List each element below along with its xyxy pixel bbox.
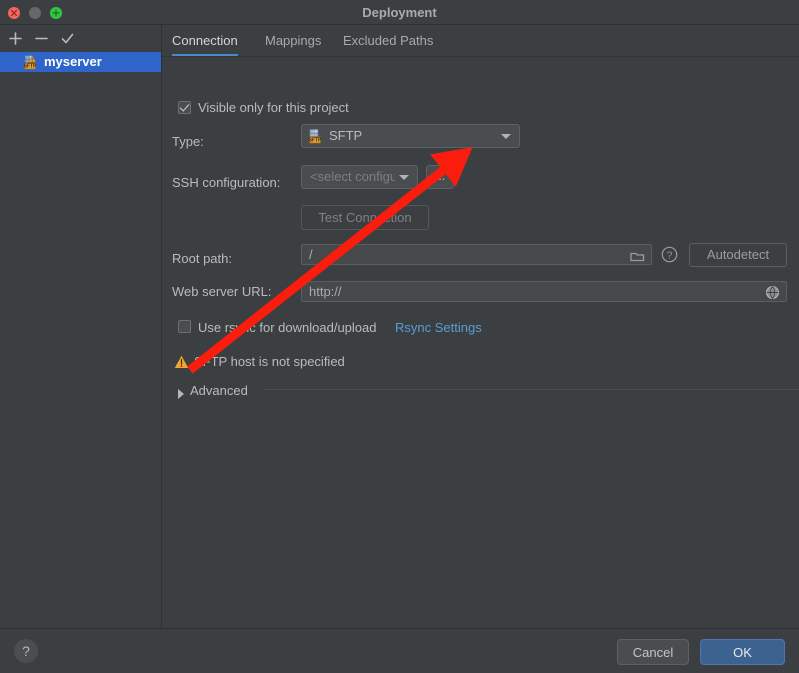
- visible-only-checkbox[interactable]: [178, 101, 191, 114]
- root-path-input[interactable]: /: [301, 244, 652, 265]
- ssh-configuration-value: <select configu: [310, 169, 395, 184]
- web-server-url-input[interactable]: http://: [301, 281, 787, 302]
- sidebar: SFTP myserver: [0, 25, 162, 628]
- globe-icon[interactable]: [765, 285, 780, 306]
- root-path-help-icon[interactable]: ?: [661, 246, 678, 266]
- server-list: SFTP myserver: [0, 52, 161, 628]
- tab-mappings[interactable]: Mappings: [265, 25, 321, 56]
- test-connection-button[interactable]: Test Connection: [301, 205, 429, 230]
- tab-mappings-label: Mappings: [265, 33, 322, 48]
- ok-button[interactable]: OK: [700, 639, 785, 665]
- plus-icon: [8, 32, 22, 45]
- chevron-right-icon: [178, 389, 184, 399]
- deployment-dialog: Deployment SFTP myserver Connection Mapp…: [0, 0, 799, 673]
- svg-text:?: ?: [667, 250, 673, 261]
- use-rsync-label: Use rsync for download/upload: [198, 320, 377, 335]
- list-item-label: myserver: [44, 54, 102, 69]
- ok-button-label: OK: [733, 645, 752, 660]
- autodetect-label: Autodetect: [706, 247, 770, 262]
- ssh-configuration-combobox[interactable]: <select configu: [301, 165, 418, 189]
- type-value: SFTP: [329, 128, 363, 143]
- chevron-down-icon: [501, 134, 511, 139]
- remove-server-button[interactable]: [30, 28, 52, 50]
- minus-icon: [34, 37, 48, 40]
- visible-only-label: Visible only for this project: [198, 100, 349, 115]
- tab-excluded-paths-label: Excluded Paths: [343, 33, 434, 48]
- tab-excluded-paths[interactable]: Excluded Paths: [343, 25, 433, 56]
- check-icon: [61, 33, 73, 44]
- connection-form: Visible only for this project Type: SFTP…: [162, 57, 799, 628]
- root-path-label: Root path:: [172, 251, 232, 266]
- root-path-value: /: [309, 247, 313, 262]
- validation-warning-text: SFTP host is not specified: [194, 354, 345, 369]
- folder-icon[interactable]: [630, 249, 645, 269]
- test-connection-label: Test Connection: [318, 210, 412, 225]
- use-rsync-checkbox[interactable]: [178, 320, 191, 333]
- ssh-configuration-browse-label: ...: [434, 168, 446, 183]
- cancel-button-label: Cancel: [632, 645, 674, 660]
- web-server-url-label: Web server URL:: [172, 284, 272, 299]
- tab-active-indicator: [172, 54, 238, 56]
- help-button[interactable]: ?: [14, 639, 38, 663]
- title-bar: Deployment: [0, 0, 799, 25]
- advanced-label: Advanced: [190, 383, 248, 398]
- svg-text:SFTP: SFTP: [309, 138, 322, 144]
- add-server-button[interactable]: [4, 28, 26, 50]
- help-icon: ?: [22, 643, 30, 659]
- set-default-server-button[interactable]: [56, 28, 78, 50]
- sidebar-toolbar: [0, 25, 161, 52]
- autodetect-button[interactable]: Autodetect: [689, 243, 787, 267]
- tab-connection-label: Connection: [172, 33, 238, 48]
- type-combobox[interactable]: SFTP SFTP: [301, 124, 520, 148]
- ssh-configuration-browse-button[interactable]: ...: [426, 165, 454, 189]
- dialog-footer: ? Cancel OK: [0, 628, 799, 673]
- warning-triangle-icon: [174, 355, 189, 372]
- advanced-divider: [263, 389, 799, 390]
- web-server-url-value: http://: [309, 284, 342, 299]
- connection-panel: Connection Mappings Excluded Paths Visib…: [162, 25, 799, 628]
- rsync-settings-link[interactable]: Rsync Settings: [395, 320, 482, 335]
- window-title: Deployment: [362, 5, 437, 20]
- ssh-configuration-label: SSH configuration:: [172, 175, 281, 190]
- type-label: Type:: [172, 134, 204, 149]
- tab-connection[interactable]: Connection: [172, 25, 238, 56]
- chevron-down-icon: [399, 175, 409, 180]
- svg-text:SFTP: SFTP: [24, 64, 37, 70]
- sftp-server-icon: SFTP: [24, 55, 39, 70]
- cancel-button[interactable]: Cancel: [617, 639, 689, 665]
- sftp-icon: SFTP: [309, 129, 324, 151]
- tab-bar: Connection Mappings Excluded Paths: [162, 25, 799, 57]
- list-item-myserver[interactable]: SFTP myserver: [0, 52, 161, 72]
